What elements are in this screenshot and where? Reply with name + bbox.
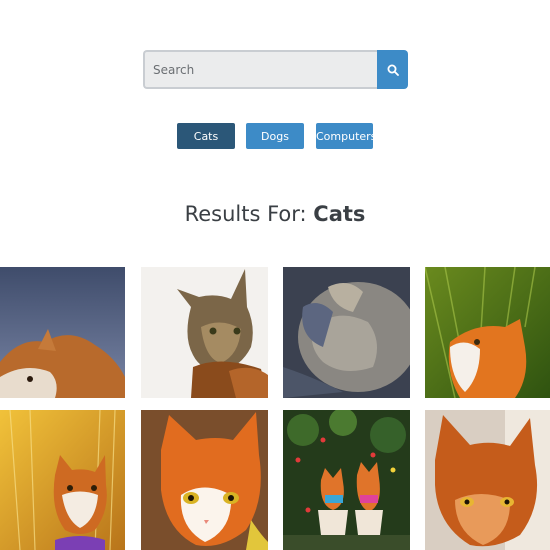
- results-prefix: Results For:: [184, 202, 314, 226]
- result-image[interactable]: [0, 410, 125, 550]
- result-image[interactable]: [0, 267, 125, 398]
- result-image[interactable]: [141, 267, 268, 398]
- results-query: Cats: [313, 202, 366, 226]
- result-image[interactable]: [141, 410, 268, 550]
- category-button-cats[interactable]: Cats: [177, 123, 235, 149]
- search-button[interactable]: [377, 50, 408, 89]
- search-bar: [143, 50, 408, 89]
- category-button-computers[interactable]: Computers: [316, 123, 376, 149]
- results-heading: Results For: Cats: [0, 202, 550, 226]
- page: Cats Dogs Computers Results For: Cats: [0, 0, 550, 550]
- result-image[interactable]: [425, 267, 550, 398]
- search-input[interactable]: [143, 50, 377, 89]
- result-image[interactable]: [425, 410, 550, 550]
- category-filters: Cats Dogs Computers: [0, 123, 550, 149]
- result-image[interactable]: [283, 267, 410, 398]
- category-button-dogs[interactable]: Dogs: [246, 123, 304, 149]
- result-image[interactable]: [283, 410, 410, 550]
- search-icon: [387, 64, 399, 76]
